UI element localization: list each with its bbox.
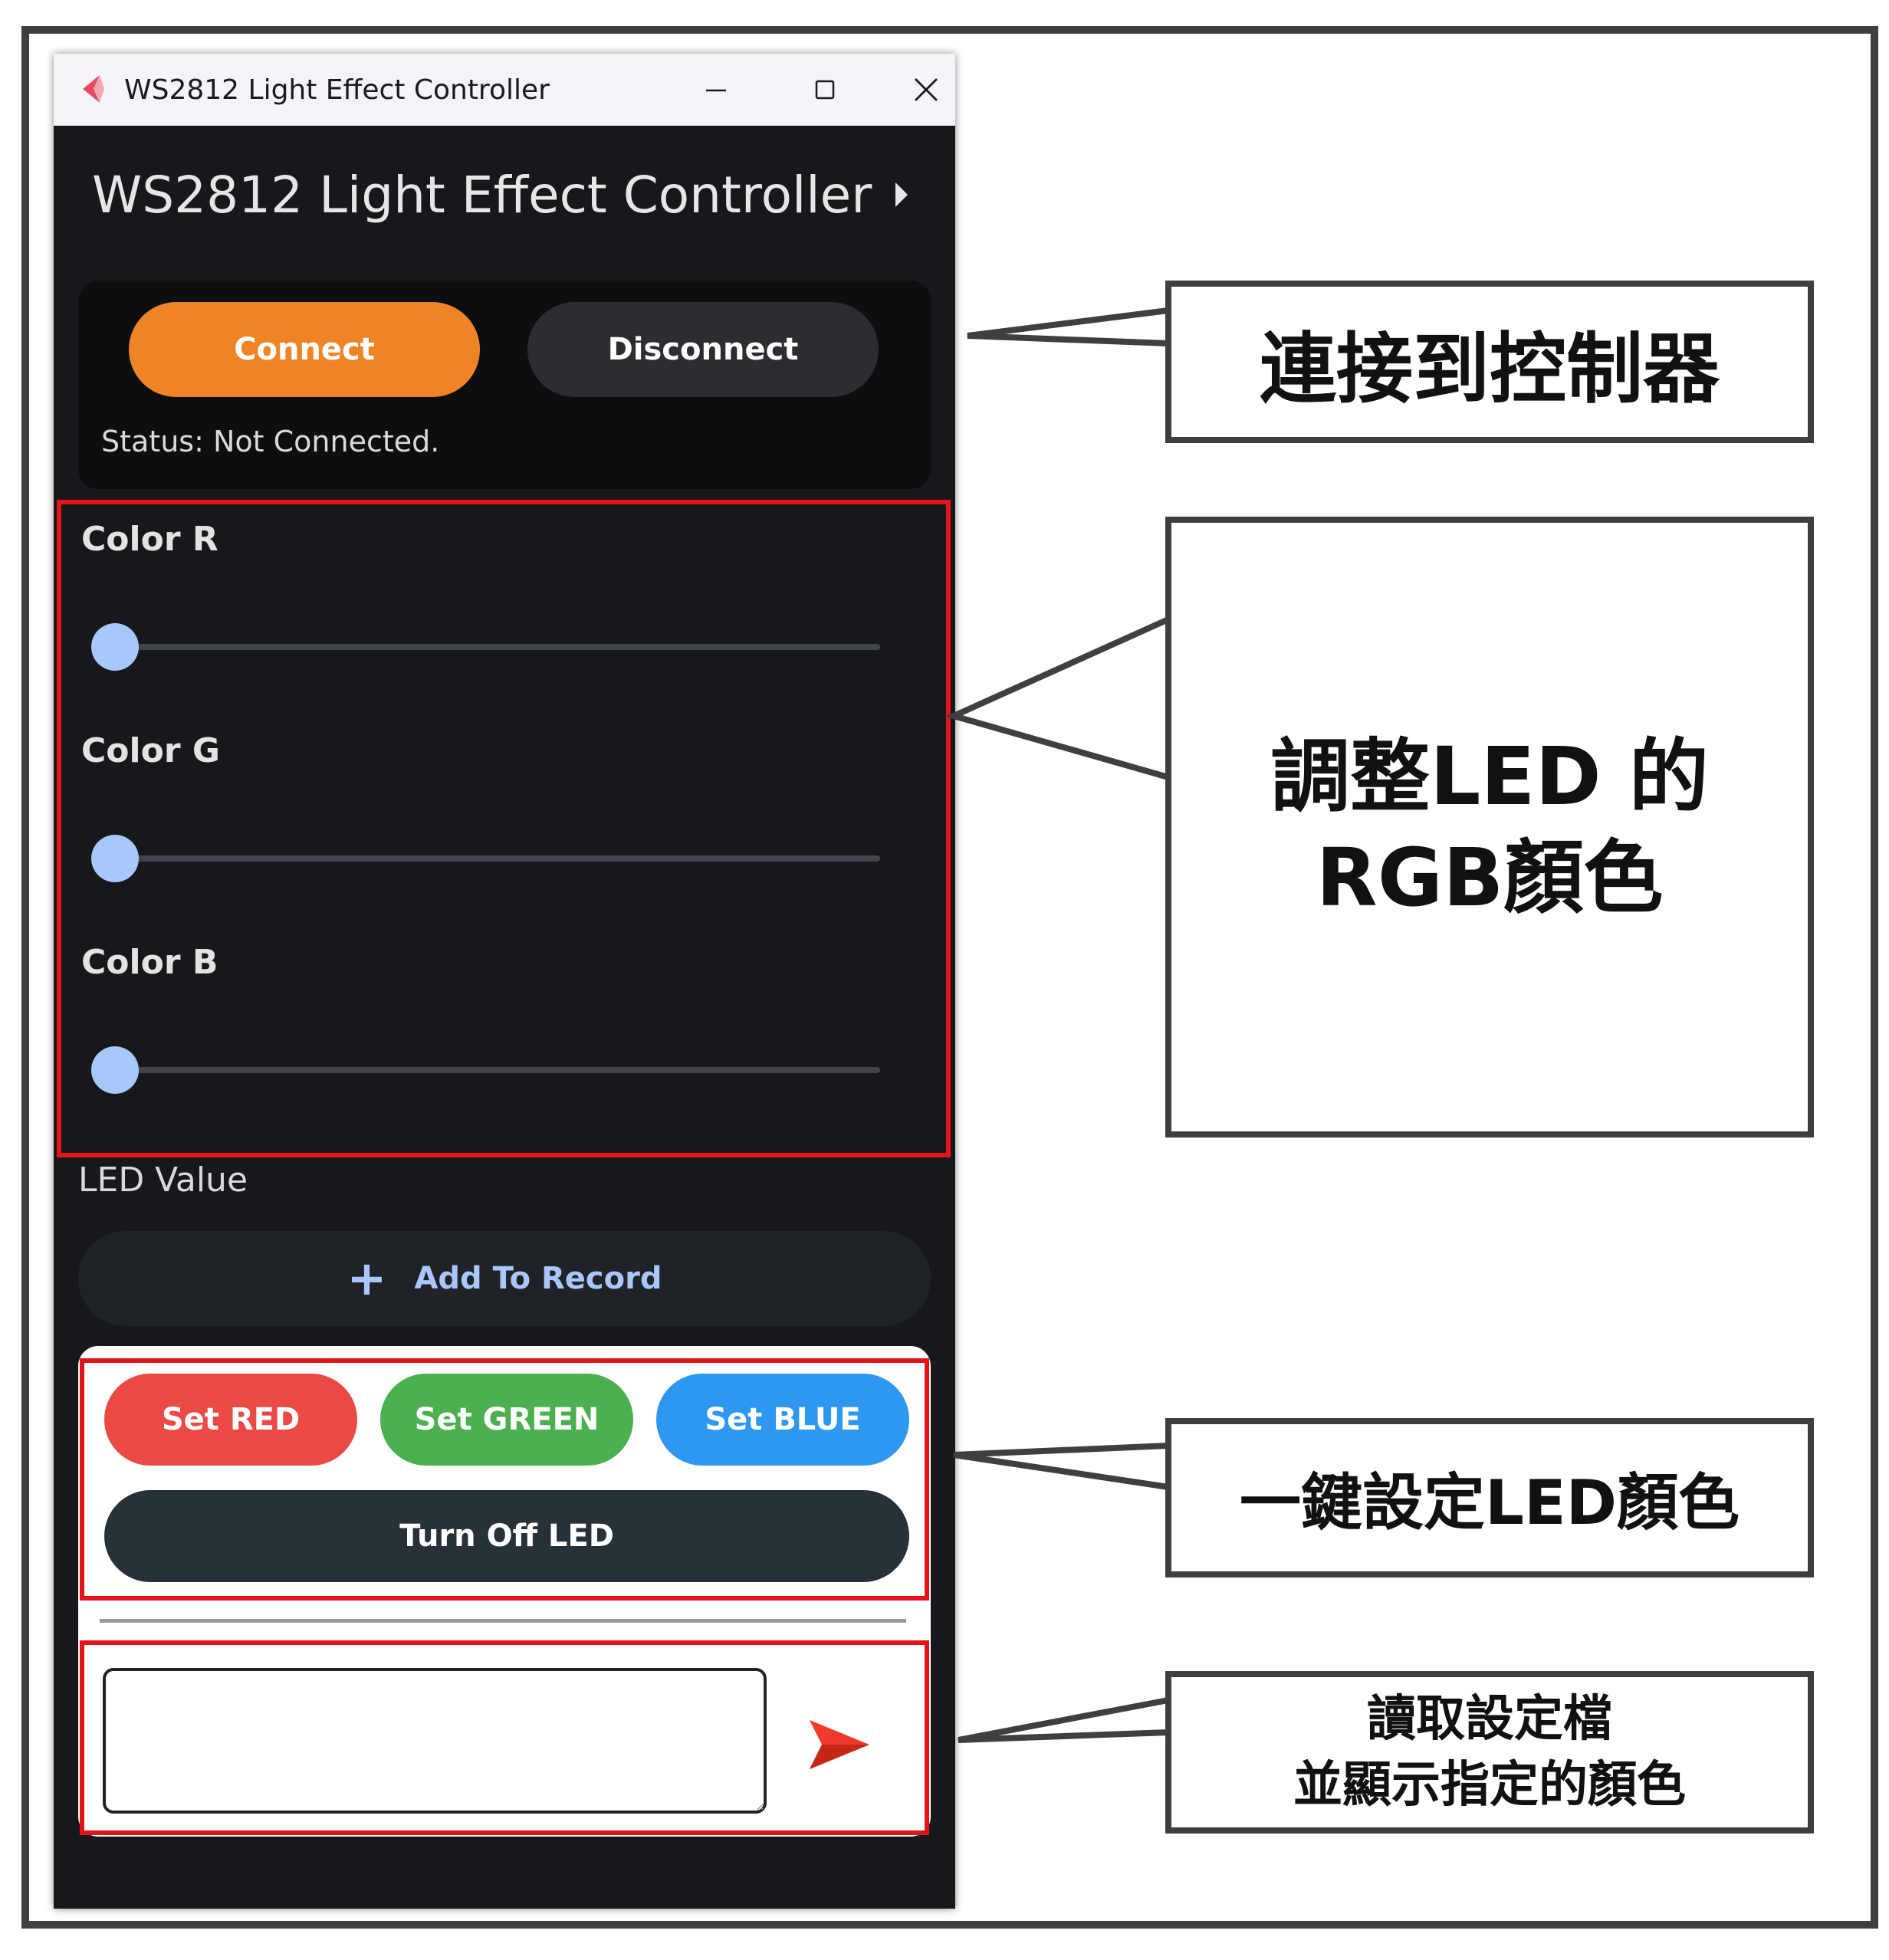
set-green-button[interactable]: Set GREEN: [380, 1374, 633, 1466]
color-b-label: Color B: [81, 943, 218, 982]
connection-status: Status: Not Connected.: [101, 425, 440, 458]
led-value-label: LED Value: [78, 1161, 248, 1200]
quick-set-highlight-box: Set RED Set GREEN Set BLUE Turn Off LED: [80, 1358, 929, 1601]
app-window: WS2812 Light Effect Controller WS2812 Li…: [54, 54, 955, 1909]
app-header-title: WS2812 Light Effect Controller: [92, 166, 872, 225]
slider-thumb[interactable]: [91, 623, 139, 671]
app-logo-icon: [83, 75, 104, 103]
color-g-slider[interactable]: [91, 835, 880, 882]
add-to-record-label: Add To Record: [414, 1261, 662, 1296]
slider-thumb[interactable]: [91, 1046, 139, 1094]
maximize-button[interactable]: [796, 54, 854, 126]
color-g-label: Color G: [81, 731, 220, 770]
add-to-record-button[interactable]: + Add To Record: [78, 1231, 931, 1326]
close-icon: [915, 78, 938, 101]
quick-controls-card: Set RED Set GREEN Set BLUE Turn Off LED: [78, 1346, 931, 1837]
connection-card: Connect Disconnect Status: Not Connected…: [78, 281, 931, 489]
rgb-highlight-box: Color R Color G Color B: [57, 500, 951, 1157]
plus-icon: +: [347, 1250, 387, 1306]
maximize-icon: [815, 80, 835, 100]
callout-file: 讀取設定檔 並顯示指定的顏色: [1165, 1671, 1814, 1834]
callout-quick-set: 一鍵設定LED顏色: [1165, 1418, 1814, 1578]
file-input-highlight-box: [80, 1640, 929, 1835]
drawer-arrow-icon[interactable]: [895, 182, 908, 207]
window-title: WS2812 Light Effect Controller: [124, 74, 550, 106]
disconnect-button[interactable]: Disconnect: [527, 302, 879, 397]
turn-off-led-button[interactable]: Turn Off LED: [104, 1490, 909, 1582]
minimize-button[interactable]: [687, 54, 745, 126]
color-r-label: Color R: [81, 520, 218, 559]
color-b-slider[interactable]: [91, 1046, 880, 1094]
config-input[interactable]: [103, 1668, 767, 1814]
connect-button[interactable]: Connect: [129, 302, 480, 397]
set-red-button[interactable]: Set RED: [104, 1374, 357, 1466]
divider: [100, 1619, 906, 1623]
title-bar: WS2812 Light Effect Controller: [54, 54, 955, 126]
color-r-slider[interactable]: [91, 623, 880, 671]
callout-connect: 連接到控制器: [1165, 281, 1814, 443]
send-icon[interactable]: [805, 1714, 874, 1775]
slider-thumb[interactable]: [91, 835, 139, 882]
close-button[interactable]: [897, 54, 955, 126]
minimize-icon: [706, 89, 726, 92]
callout-rgb: 調整LED 的 RGB顏色: [1165, 517, 1814, 1138]
set-blue-button[interactable]: Set BLUE: [656, 1374, 909, 1466]
